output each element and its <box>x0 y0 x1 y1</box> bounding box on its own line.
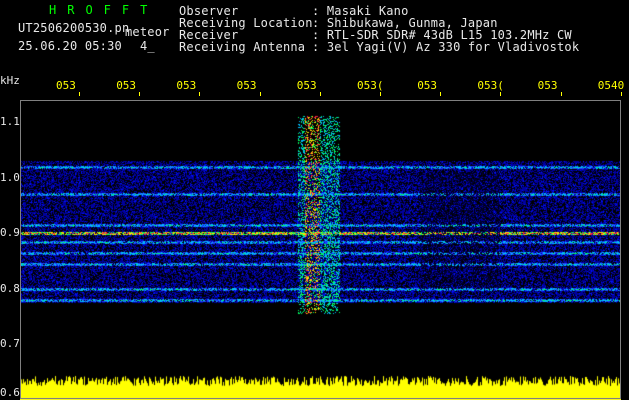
page-marker: 4_ <box>140 39 155 53</box>
mode-label: meteor <box>125 25 170 39</box>
y-tick-label: 0.8 <box>0 281 20 295</box>
x-tick-mark <box>259 92 261 96</box>
y-tick-label: 0.7 <box>0 337 20 351</box>
x-tick-mark <box>319 92 321 96</box>
x-tick-label: 053 <box>236 79 257 92</box>
x-tick-label: 053 <box>296 79 317 92</box>
x-tick-mark <box>500 92 502 96</box>
y-tick-label: 0.9 <box>0 226 20 240</box>
x-tick-mark <box>139 92 141 96</box>
x-tick-mark <box>440 92 442 96</box>
x-tick-label: 053( <box>357 79 384 92</box>
x-tick-label: 053 <box>537 79 558 92</box>
x-tick-mark <box>79 92 80 96</box>
filename: UT2506200530.pn <box>18 21 130 35</box>
x-tick-label: 053 <box>417 79 438 92</box>
y-tick-label: 0.6 <box>0 386 20 399</box>
x-tick-mark <box>199 92 201 96</box>
y-unit-label: kHz <box>0 74 20 87</box>
x-tick-label: 0540 <box>597 79 625 92</box>
x-tick-mark <box>620 92 622 96</box>
x-tick-label: 053 <box>56 79 76 92</box>
y-tick-label: 1.1 <box>0 115 20 129</box>
y-tick-label: 1.0 <box>0 170 20 184</box>
x-tick-label: 053 <box>176 79 197 92</box>
x-tick-label: 053( <box>477 79 504 92</box>
app-title: HROFFT <box>49 3 159 17</box>
datetime: 25.06.20 05:30 <box>18 39 122 53</box>
x-tick-mark <box>560 92 562 96</box>
field-value-antenna: : 3el Yagi(V) Az 330 for Vladivostok <box>312 40 580 54</box>
x-tick-mark <box>380 92 381 96</box>
spectrogram-plot <box>20 100 621 400</box>
x-tick-label: 053 <box>116 79 137 92</box>
field-label-antenna: Receiving Antenna <box>179 40 306 54</box>
